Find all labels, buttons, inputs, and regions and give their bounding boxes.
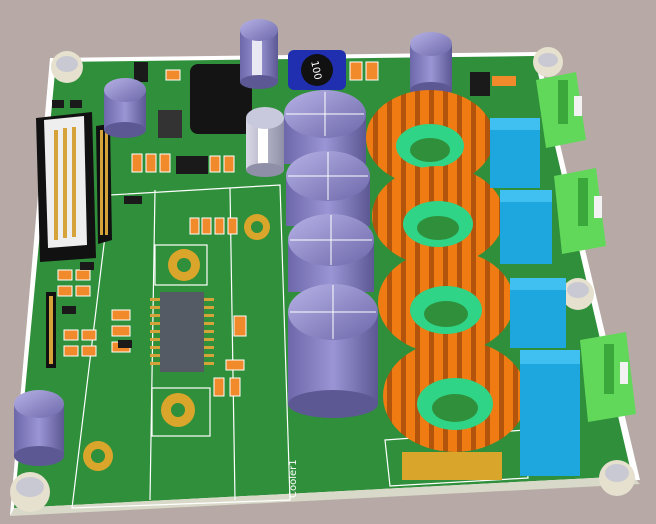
mount-pad (161, 393, 195, 427)
small-capacitor (246, 107, 284, 177)
pcb-render: 100 Cooler1 (10, 19, 640, 516)
toroid (378, 250, 514, 354)
small-ic (158, 110, 182, 138)
large-capacitor (288, 284, 378, 418)
smd-inductor: 100 (288, 50, 346, 90)
screw-terminal (554, 168, 606, 254)
screw-terminal (580, 332, 636, 422)
film-capacitor (520, 350, 580, 476)
cooler-pad (402, 452, 502, 480)
toroid (383, 340, 527, 452)
small-capacitor (104, 78, 146, 138)
film-capacitor (490, 118, 540, 188)
screw-hole (562, 278, 594, 310)
screw-hole (599, 460, 635, 496)
screw-hole (51, 51, 83, 83)
mount-pad (168, 249, 200, 281)
pin-header (46, 292, 56, 368)
cooler-label: Cooler1 (288, 459, 299, 498)
screw-hole (10, 472, 50, 512)
small-capacitor (410, 32, 452, 98)
small-capacitor (240, 19, 278, 89)
mount-pad (244, 214, 270, 240)
idc-header (36, 112, 112, 262)
film-capacitor (510, 278, 566, 348)
screw-hole (533, 47, 563, 77)
large-capacitor (288, 214, 374, 292)
mount-pad (83, 441, 113, 471)
film-capacitor (500, 190, 552, 264)
small-capacitor (14, 390, 64, 466)
large-electrolytic-capacitors (284, 90, 378, 418)
